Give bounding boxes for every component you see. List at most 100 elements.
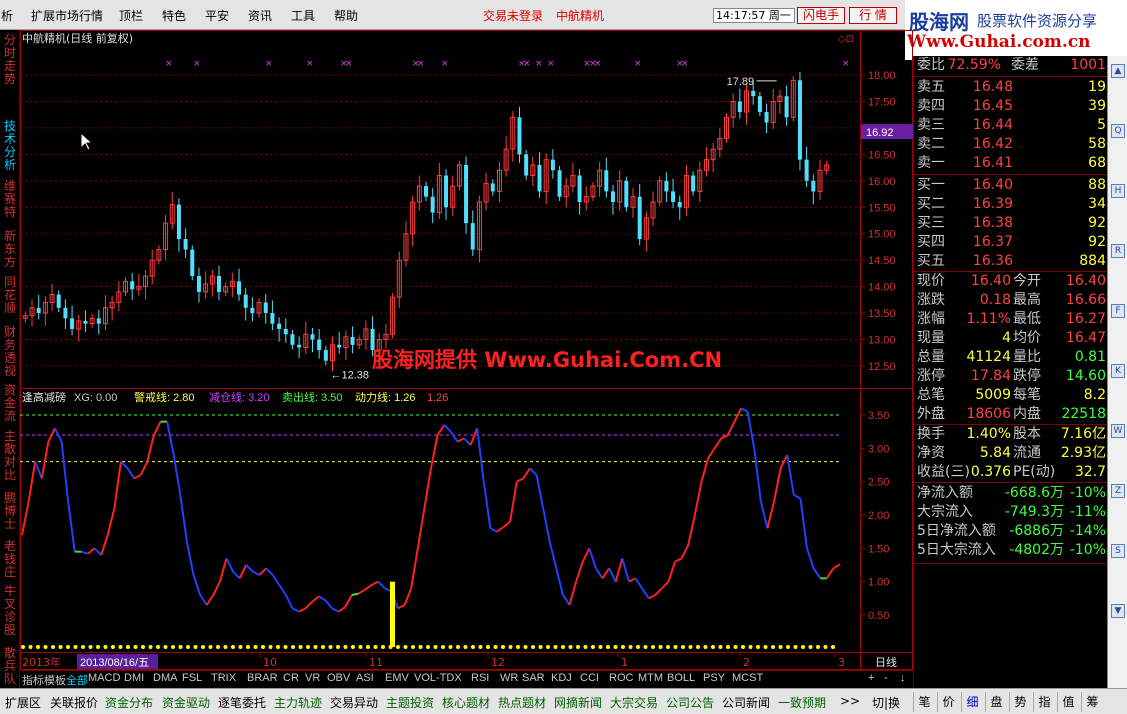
left-tab-9[interactable]: 老钱庄 — [0, 540, 20, 579]
bottom-tab-4[interactable]: 逐笔委托 — [218, 694, 266, 711]
toolbar-button-icon[interactable]: K — [1111, 364, 1125, 378]
menu-item-pingan[interactable]: 平安 — [205, 7, 229, 24]
toolbar-button-icon[interactable]: Q — [1111, 124, 1125, 138]
indicator-tab-asi[interactable]: ASI — [356, 672, 374, 684]
bottom-tab-14[interactable]: 一致预期 — [778, 694, 826, 711]
indicator-tab-obv[interactable]: OBV — [327, 672, 350, 684]
quote-value: -4802万 — [1009, 542, 1064, 558]
indicator-tab-cci[interactable]: CCI — [580, 672, 599, 684]
left-tab-4[interactable]: 同花顺 — [0, 276, 20, 315]
left-tab-8[interactable]: 鹏博士 — [0, 492, 20, 531]
indicator-tab-vr[interactable]: VR — [305, 672, 320, 684]
candle-body — [517, 117, 522, 155]
indicator-tab-emv[interactable]: EMV — [385, 672, 409, 684]
bottom-tab-1[interactable]: 关联报价 — [50, 694, 98, 711]
menu-item-top-bar[interactable]: 顶栏 — [119, 7, 143, 24]
indicator-tab-sar[interactable]: SAR — [522, 672, 545, 684]
zoom-control-icon[interactable]: + — [868, 672, 874, 684]
menu-item-news[interactable]: 资讯 — [248, 7, 272, 24]
indicator-tab-boll[interactable]: BOLL — [667, 672, 695, 684]
bottom-tab-11[interactable]: 大宗交易 — [610, 694, 658, 711]
bottom-tab-0[interactable]: 扩展区 — [5, 694, 41, 711]
indicator-tab-mcst[interactable]: MCST — [732, 672, 763, 684]
indicator-tab-模板[interactable]: 模板 — [44, 672, 66, 688]
xg-dot — [471, 645, 475, 649]
menu-item-tools[interactable]: 工具 — [291, 7, 315, 24]
left-tab-11[interactable]: 散兵队 — [0, 647, 20, 686]
zoom-control-icon[interactable]: - — [884, 672, 888, 684]
toolbar-button-icon[interactable]: H — [1111, 184, 1125, 198]
toolbar-button-icon[interactable]: W — [1111, 424, 1125, 438]
indicator-tab-指标[interactable]: 指标 — [22, 672, 44, 688]
signal-marker: × — [193, 59, 201, 69]
right-bottom-tab-0[interactable]: 笔 — [913, 692, 935, 712]
bottom-tab-7[interactable]: 主题投资 — [386, 694, 434, 711]
bottom-tab-10[interactable]: 网摘新闻 — [554, 694, 602, 711]
bottom-tab-13[interactable]: 公司新闻 — [722, 694, 770, 711]
left-tab-1[interactable]: 技术分析 — [0, 120, 20, 172]
bottom-tab-15[interactable]: >> — [840, 694, 860, 708]
toolbar-button-icon[interactable]: ▲ — [1111, 64, 1125, 78]
left-tab-7[interactable]: 主散对比 — [0, 430, 20, 482]
indicator-tab-trix[interactable]: TRIX — [211, 672, 236, 684]
zoom-control-icon[interactable]: ↓ — [900, 672, 906, 684]
right-bottom-tab-5[interactable]: 指 — [1033, 692, 1055, 712]
toolbar-button-icon[interactable]: R — [1111, 244, 1125, 258]
toolbar-button-icon[interactable]: ▼ — [1111, 604, 1125, 618]
quote-button[interactable]: 行 情 — [849, 7, 897, 24]
menu-item-extended-market[interactable]: 扩展市场行情 — [31, 7, 103, 24]
indicator-tab-vol-tdx[interactable]: VOL-TDX — [414, 672, 462, 684]
bottom-tab-2[interactable]: 资金分布 — [105, 694, 153, 711]
xg-dot — [643, 645, 648, 649]
bottom-tab-12[interactable]: 公司公告 — [666, 694, 714, 711]
login-status[interactable]: 交易未登录 — [483, 7, 543, 24]
banner-subtitle: 股票软件资源分享 — [977, 12, 1098, 30]
right-bottom-tab-1[interactable]: 价 — [937, 692, 959, 712]
xg-dot — [373, 645, 378, 649]
toolbar-button-icon[interactable]: S — [1111, 544, 1125, 558]
left-tab-6[interactable]: 资金流 — [0, 384, 20, 423]
toolbar-button-icon[interactable]: F — [1111, 304, 1125, 318]
left-tab-2[interactable]: 维赛特 — [0, 180, 20, 219]
menu-item-features[interactable]: 特色 — [162, 7, 186, 24]
toolbar-button-icon[interactable]: Z — [1111, 484, 1125, 498]
mouse-cursor-icon — [80, 132, 94, 151]
flash-trade-button[interactable]: 闪电手 — [797, 7, 845, 24]
left-tab-5[interactable]: 财务透视 — [0, 326, 20, 378]
indicator-tab-dma[interactable]: DMA — [153, 672, 177, 684]
bottom-tab-16[interactable]: 切|换 — [872, 694, 900, 711]
left-tab-10[interactable]: 牛叉诊股 — [0, 585, 20, 637]
right-bottom-tab-7[interactable]: 筹 — [1081, 692, 1103, 712]
indicator-segment — [423, 468, 432, 509]
stock-link[interactable]: 中航精机 — [556, 7, 604, 24]
right-bottom-tab-4[interactable]: 势 — [1009, 692, 1031, 712]
right-bottom-tab-3[interactable]: 盘 — [985, 692, 1007, 712]
indicator-tab-macd[interactable]: MACD — [88, 672, 120, 684]
indicator-tab-fsl[interactable]: FSL — [182, 672, 202, 684]
indicator-tab-kdj[interactable]: KDJ — [551, 672, 572, 684]
right-bottom-tab-6[interactable]: 值 — [1057, 692, 1079, 712]
indicator-tab-psy[interactable]: PSY — [703, 672, 725, 684]
indicator-tab-dmi[interactable]: DMI — [124, 672, 144, 684]
bottom-tab-3[interactable]: 资金驱动 — [162, 694, 210, 711]
candle-body — [624, 180, 629, 208]
bottom-tab-5[interactable]: 主力轨迹 — [274, 694, 322, 711]
bottom-tab-6[interactable]: 交易异动 — [330, 694, 378, 711]
right-bottom-tab-2[interactable]: 细 — [961, 692, 983, 712]
indicator-tab-wr[interactable]: WR — [500, 672, 518, 684]
left-tab-3[interactable]: 新东方 — [0, 230, 20, 269]
indicator-tab-rsi[interactable]: RSI — [471, 672, 489, 684]
bottom-tab-9[interactable]: 热点题材 — [498, 694, 546, 711]
menu-item-help[interactable]: 帮助 — [334, 7, 358, 24]
left-tab-0[interactable]: 分时走势 — [0, 34, 20, 86]
quote-label: 卖四 — [917, 98, 945, 114]
indicator-tab-roc[interactable]: ROC — [609, 672, 633, 684]
indicator-tab-mtm[interactable]: MTM — [638, 672, 663, 684]
signal-marker: × — [547, 59, 555, 69]
fundamental-row: 换手 1.40% 股本 7.16亿 — [914, 425, 1108, 444]
indicator-tab-cr[interactable]: CR — [283, 672, 299, 684]
menu-item-analysis[interactable]: 析 — [1, 7, 13, 24]
indicator-tab-全部[interactable]: 全部 — [66, 672, 88, 688]
bottom-tab-8[interactable]: 核心题材 — [442, 694, 490, 711]
indicator-tab-brar[interactable]: BRAR — [247, 672, 278, 684]
